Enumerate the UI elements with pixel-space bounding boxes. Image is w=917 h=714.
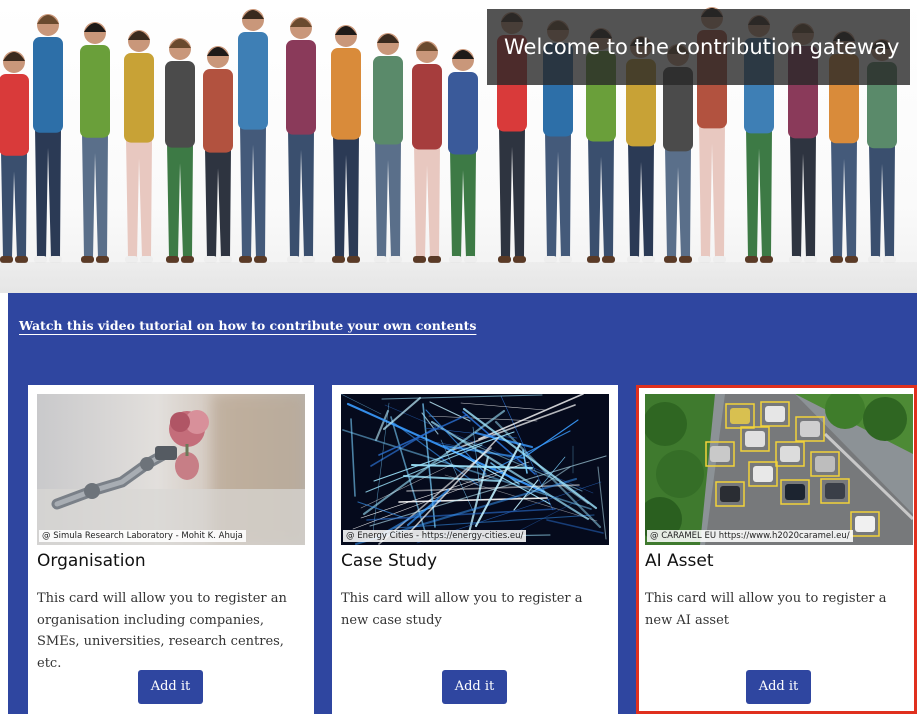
image-credit: @ CARAMEL EU https://www.h2020caramel.eu…: [647, 530, 853, 542]
crowd-person: [0, 51, 29, 263]
crowd-person: [373, 33, 403, 263]
crowd-person: [238, 9, 268, 263]
image-credit: @ Simula Research Laboratory - Mohit K. …: [39, 530, 246, 542]
card-title: AI Asset: [645, 551, 714, 571]
card-description: This card will allow you to register a n…: [645, 591, 887, 628]
crowd-person: [331, 25, 361, 263]
video-tutorial-link[interactable]: Watch this video tutorial on how to cont…: [19, 318, 476, 333]
card-ai-asset: @ CARAMEL EU https://www.h2020caramel.eu…: [636, 385, 917, 714]
card-description: This card will allow you to register a n…: [341, 591, 583, 628]
crowd-person: [286, 17, 316, 263]
image-credit: @ Energy Cities - https://energy-cities.…: [343, 530, 527, 542]
hero-floor-shadow: [0, 262, 917, 293]
add-organisation-button[interactable]: Add it: [138, 670, 203, 704]
card-case-study: @ Energy Cities - https://energy-cities.…: [332, 385, 618, 714]
card-description: This card will allow you to register an …: [37, 591, 287, 671]
card-title: Case Study: [341, 551, 438, 571]
hero-banner: Welcome to the contribution gateway: [0, 0, 917, 293]
card-title: Organisation: [37, 551, 146, 571]
crowd-person: [203, 46, 233, 263]
crowd-person: [448, 49, 478, 263]
organisation-image: @ Simula Research Laboratory - Mohit K. …: [37, 394, 305, 545]
crowd-person: [412, 41, 442, 263]
crowd-person: [80, 22, 110, 263]
crowd-person: [33, 14, 63, 263]
crowd-person: [165, 38, 195, 263]
card-organisation: @ Simula Research Laboratory - Mohit K. …: [28, 385, 314, 714]
welcome-banner: Welcome to the contribution gateway: [487, 9, 910, 85]
add-ai-asset-button[interactable]: Add it: [746, 670, 811, 704]
crowd-person: [124, 30, 154, 263]
ai-asset-image: @ CARAMEL EU https://www.h2020caramel.eu…: [645, 394, 913, 545]
case-study-image: @ Energy Cities - https://energy-cities.…: [341, 394, 609, 545]
add-case-study-button[interactable]: Add it: [442, 670, 507, 704]
